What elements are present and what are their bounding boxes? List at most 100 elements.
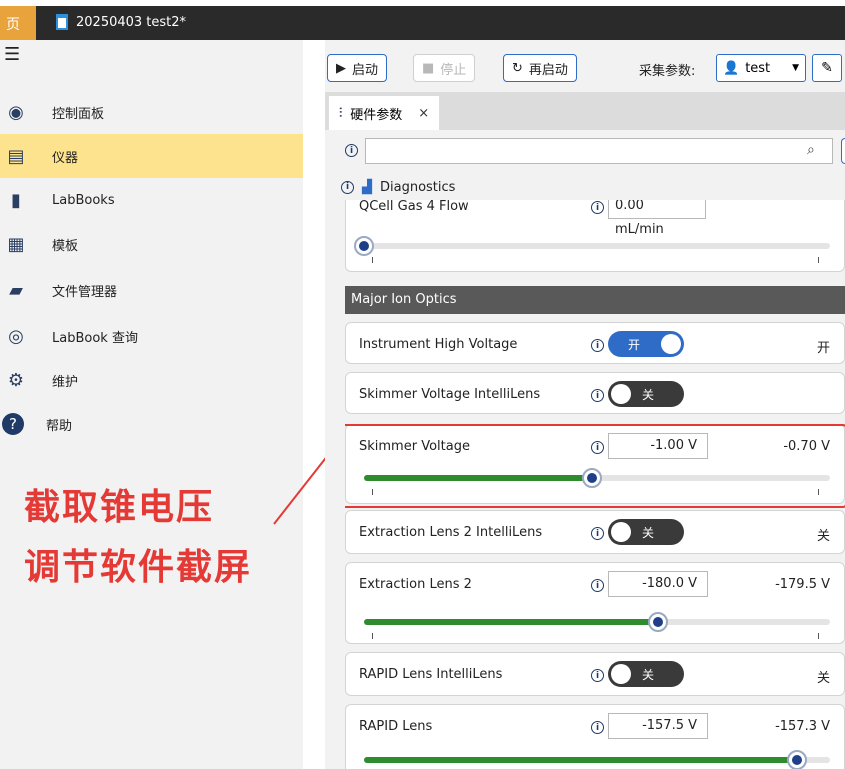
info-icon[interactable]: i [591, 721, 604, 734]
param-value-input[interactable]: 0.00 mL/min [608, 200, 706, 237]
slider-tick [372, 257, 373, 263]
sidebar-item-instrument[interactable]: ▤ 仪器 [0, 134, 303, 178]
instrument-icon: ▤ [7, 145, 25, 167]
document-title: 20250403 test2* [76, 14, 187, 30]
readback-value: -157.3 V [775, 719, 830, 734]
maintenance-icon: ⚙ [7, 369, 25, 391]
param-name: RAPID Lens [359, 719, 433, 734]
info-icon[interactable]: i [591, 579, 604, 592]
instrument-pane: ▶ 启动 ■ 停止 ↻ 再启动 采集参数: 👤 test ▼ ✎ ⫶ 硬件参数 [325, 40, 845, 769]
side-button[interactable] [841, 138, 845, 164]
annotation-line-2: 调节软件截屏 [24, 547, 253, 588]
toggle-switch[interactable]: 关 [608, 381, 684, 407]
param-name: RAPID Lens IntelliLens [359, 667, 503, 682]
toggle-switch[interactable]: 关 [608, 661, 684, 687]
query-icon: ◎ [8, 325, 24, 347]
search-row: i ⌕ [341, 138, 845, 166]
slider-tick [818, 633, 819, 639]
play-icon: ▶ [336, 60, 346, 76]
sidebar-item-label: LabBook 查询 [52, 330, 138, 346]
info-icon[interactable]: i [591, 527, 604, 540]
sidebar-item-label: 控制面板 [52, 106, 105, 122]
slider-knob[interactable] [648, 612, 668, 632]
slider-knob[interactable] [787, 750, 807, 769]
param-card-rapid-lens-intellilens: RAPID Lens IntelliLens i 关 关 [345, 652, 845, 696]
sidebar-item-dashboard[interactable]: ◉ 控制面板 [0, 90, 303, 134]
sliders-icon: ⫶ [339, 105, 343, 121]
param-slider[interactable] [364, 612, 830, 632]
slider-fill [364, 619, 658, 625]
toggle-switch[interactable]: 开 [608, 331, 684, 357]
param-name: Extraction Lens 2 IntelliLens [359, 525, 543, 540]
sidebar-item-label: 仪器 [52, 150, 79, 166]
info-icon[interactable]: i [591, 389, 604, 402]
readback-value: -179.5 V [775, 577, 830, 592]
tab-hardware-params[interactable]: ⫶ 硬件参数 × [329, 96, 440, 130]
toolbar: ▶ 启动 ■ 停止 ↻ 再启动 采集参数: 👤 test ▼ ✎ [325, 40, 845, 88]
param-name: Instrument High Voltage [359, 337, 518, 352]
close-icon[interactable]: × [418, 106, 429, 121]
info-icon[interactable]: i [345, 144, 358, 157]
slider-knob[interactable] [354, 236, 374, 256]
sidebar-item-label: 维护 [52, 374, 79, 390]
slider-fill [364, 757, 797, 763]
param-value-input[interactable]: -180.0 V [608, 571, 708, 597]
home-tab[interactable]: 页 [0, 6, 36, 40]
param-slider[interactable] [354, 236, 830, 256]
red-highlight-box [345, 424, 845, 508]
section-major-ion-optics: Major Ion Optics [345, 286, 845, 314]
info-icon[interactable]: i [591, 201, 604, 214]
acq-params-select[interactable]: 👤 test ▼ [716, 54, 806, 82]
chevron-down-icon: ▼ [792, 63, 799, 73]
hamburger-icon[interactable]: ☰ [0, 44, 40, 76]
stop-button[interactable]: ■ 停止 [413, 54, 476, 82]
readback-value: 关 [816, 529, 830, 544]
info-icon[interactable]: i [591, 669, 604, 682]
labbooks-icon: ▮ [11, 189, 21, 211]
diagnostics-row[interactable]: i ▟ Diagnostics [341, 175, 845, 199]
document-icon [56, 14, 68, 30]
search-input[interactable] [365, 138, 833, 164]
sidebar-item-label: 帮助 [46, 418, 73, 434]
parameter-list[interactable]: QCell Gas 4 Flow i 0.00 mL/min Major Ion… [345, 200, 845, 769]
param-card-instrument-high-voltage: Instrument High Voltage i 开 开 [345, 322, 845, 364]
acq-params-label: 采集参数: [639, 64, 696, 79]
info-icon[interactable]: i [591, 339, 604, 352]
param-card-rapid-lens: RAPID Lens i -157.5 V -157.3 V [345, 704, 845, 769]
restart-button[interactable]: ↻ 再启动 [503, 54, 577, 82]
user-icon: 👤 [723, 60, 740, 76]
sidebar-item-file-manager[interactable]: ▰ 文件管理器 [0, 268, 303, 312]
toggle-knob [611, 522, 631, 542]
restart-icon: ↻ [512, 60, 523, 76]
annotation-line-1: 截取锥电压 [24, 487, 215, 528]
param-name: Extraction Lens 2 [359, 577, 472, 592]
param-name: QCell Gas 4 Flow [359, 200, 469, 214]
sidebar-item-maintenance[interactable]: ⚙ 维护 [0, 358, 303, 402]
toggle-knob [611, 664, 631, 684]
app-window: 页 20250403 test2* ☰ ◉ 控制面板 ▤ 仪器 ▮ LabBoo… [0, 0, 845, 769]
param-card-extraction-lens-2: Extraction Lens 2 i -180.0 V -179.5 V [345, 562, 845, 644]
edit-pencil-icon[interactable]: ✎ [812, 54, 842, 82]
sidebar-item-labbooks[interactable]: ▮ LabBooks [0, 178, 303, 222]
toggle-knob [661, 334, 681, 354]
slider-tick [372, 633, 373, 639]
start-button[interactable]: ▶ 启动 [327, 54, 388, 82]
sidebar-item-help[interactable]: ? 帮助 [0, 402, 303, 446]
param-name: Skimmer Voltage IntelliLens [359, 387, 541, 402]
folder-icon: ▰ [9, 279, 23, 301]
param-slider[interactable] [364, 750, 830, 769]
factory-icon: ▟ [362, 179, 372, 195]
toggle-switch[interactable]: 关 [608, 519, 684, 545]
sidebar-item-label: 文件管理器 [52, 284, 118, 300]
param-value-input[interactable]: -157.5 V [608, 713, 708, 739]
sidebar-item-templates[interactable]: ▦ 模板 [0, 222, 303, 266]
info-icon[interactable]: i [341, 180, 354, 194]
search-icon[interactable]: ⌕ [807, 142, 815, 158]
document-tab[interactable]: 20250403 test2* [56, 14, 186, 30]
slider-tick [818, 257, 819, 263]
template-icon: ▦ [7, 233, 25, 255]
param-card-qcell: QCell Gas 4 Flow i 0.00 mL/min [345, 200, 845, 272]
sidebar-item-labbook-query[interactable]: ◎ LabBook 查询 [0, 314, 303, 358]
dashboard-icon: ◉ [8, 101, 24, 123]
stop-icon: ■ [422, 60, 435, 76]
